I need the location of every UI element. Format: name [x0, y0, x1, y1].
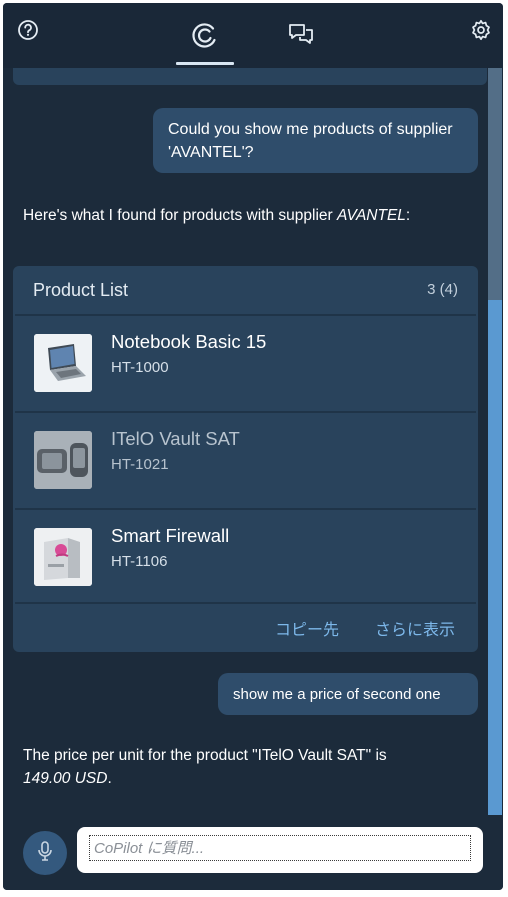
list-divider [15, 602, 476, 604]
tab-chat[interactable] [272, 21, 330, 67]
bot-message-text: The price per unit for the product "ITel… [23, 747, 387, 764]
user-message-text: Could you show me products of supplier '… [168, 121, 453, 161]
input-footer [3, 815, 503, 890]
show-more-link[interactable]: さらに表示 [375, 616, 455, 640]
product-id: HT-1000 [111, 359, 169, 376]
gear-icon[interactable] [469, 18, 493, 42]
scrollbar-track-upper [488, 68, 502, 300]
list-item[interactable]: ITelO Vault SAT HT-1021 [15, 411, 476, 504]
product-name: ITelO Vault SAT [111, 428, 240, 449]
tab-copilot[interactable] [176, 21, 234, 67]
product-list-card: Product List 3 (4) Notebook Basic 15 HT-… [13, 266, 478, 652]
product-list-title: Product List [33, 280, 129, 300]
software-box-image [34, 528, 92, 586]
product-id: HT-1106 [111, 553, 168, 570]
phone-image [34, 431, 92, 489]
conversation-area[interactable]: Could you show me products of supplier '… [3, 68, 488, 815]
supplier-name: AVANTEL [336, 207, 406, 224]
user-message: show me a price of second one [218, 673, 478, 715]
list-item[interactable]: Smart Firewall HT-1106 [15, 508, 476, 601]
user-message-text: show me a price of second one [233, 686, 441, 703]
product-name: Notebook Basic 15 [111, 331, 267, 352]
active-tab-indicator [176, 62, 234, 65]
chat-input-container [77, 827, 483, 873]
bot-message-text: Here's what I found for products with su… [23, 207, 337, 224]
bot-message: Here's what I found for products with su… [23, 204, 423, 227]
copy-to-link[interactable]: コピー先 [275, 616, 339, 640]
product-id: HT-1021 [111, 456, 169, 473]
panel-header [3, 3, 503, 68]
laptop-image [34, 334, 92, 392]
copilot-icon [191, 21, 219, 67]
list-item[interactable]: Notebook Basic 15 HT-1000 [15, 314, 476, 407]
price-value: 149.00 USD [23, 770, 108, 787]
previous-card-edge [13, 68, 487, 85]
microphone-icon [35, 840, 55, 867]
microphone-button[interactable] [23, 831, 67, 875]
bot-message: The price per unit for the product "ITel… [23, 744, 423, 790]
product-list-count: 3 (4) [427, 281, 458, 298]
bot-message-suffix: . [107, 770, 112, 787]
bot-message-suffix: : [405, 207, 411, 224]
scrollbar-thumb[interactable] [488, 300, 502, 815]
help-circle-icon[interactable] [16, 18, 40, 42]
chat-input[interactable] [89, 835, 471, 861]
chat-bubbles-icon [287, 21, 315, 67]
copilot-panel: Could you show me products of supplier '… [3, 3, 503, 890]
product-name: Smart Firewall [111, 525, 230, 546]
user-message: Could you show me products of supplier '… [153, 108, 478, 173]
